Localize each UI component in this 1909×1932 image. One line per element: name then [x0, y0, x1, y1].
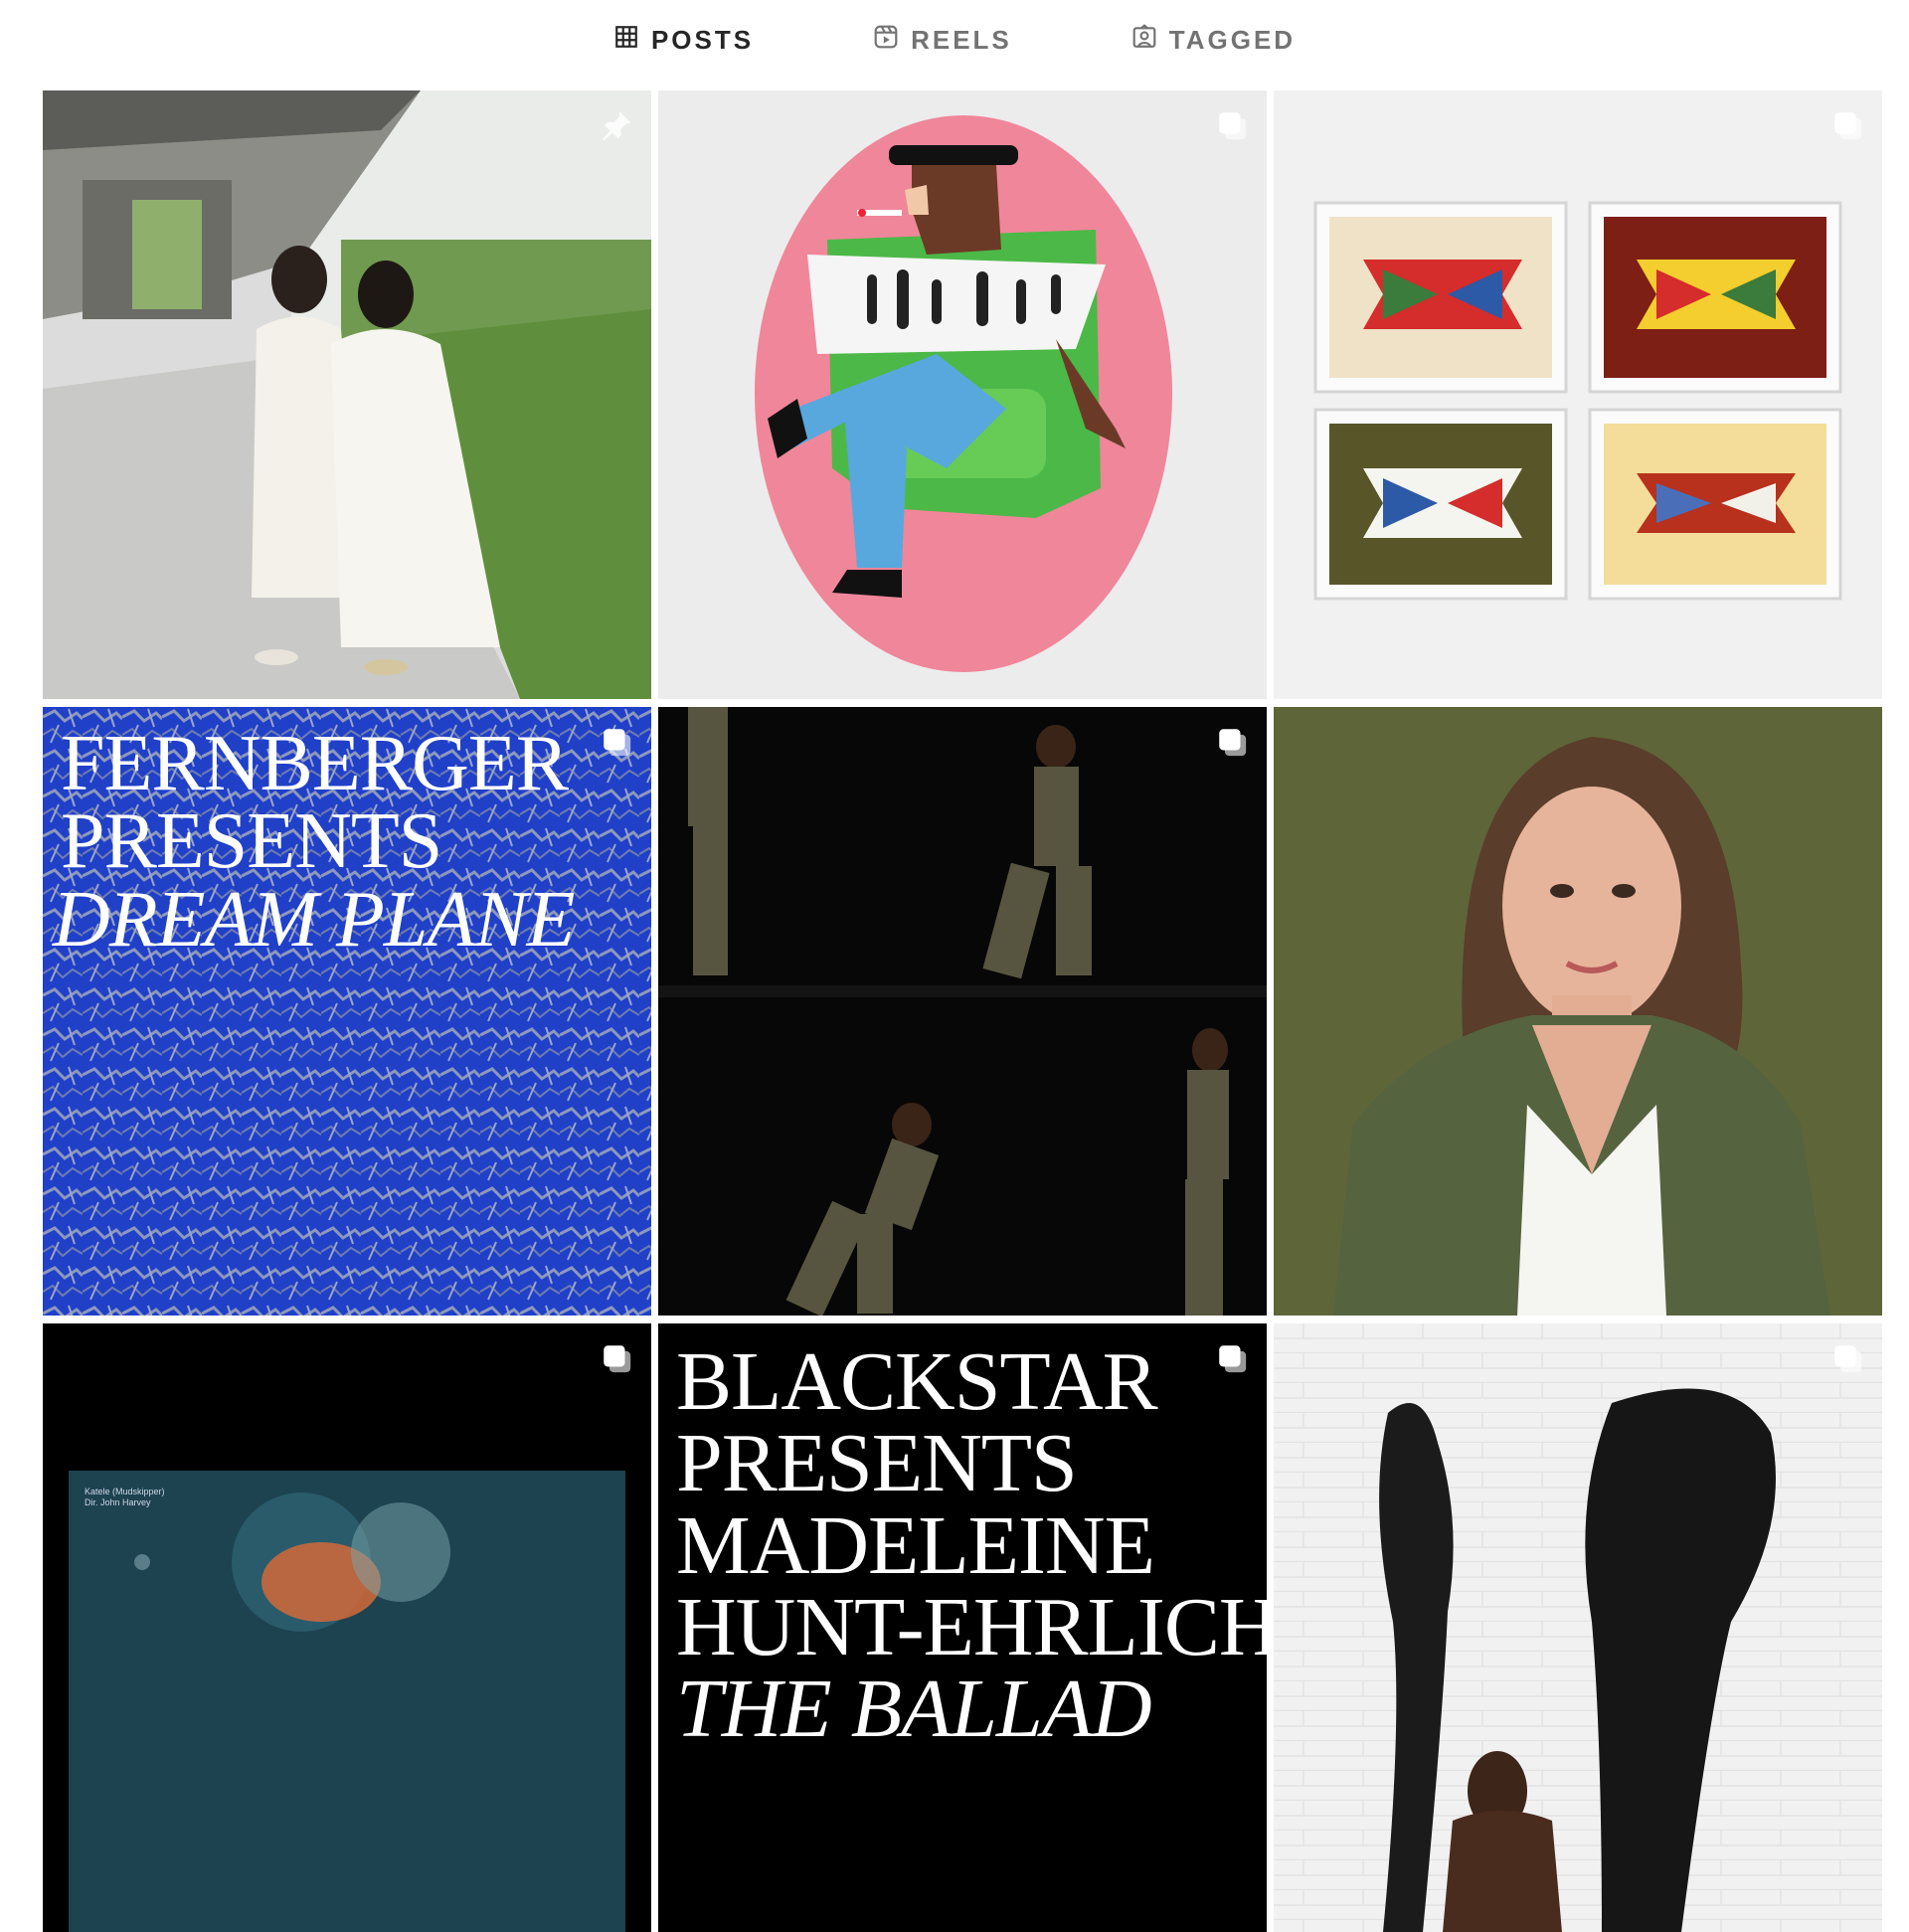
pin-icon	[600, 108, 633, 142]
post-tile[interactable]	[1274, 1323, 1882, 1932]
profile-tabs: POSTS REELS TAGGED	[0, 0, 1909, 80]
overlay-line: DREAM PLANE	[53, 875, 575, 964]
film-caption: Katele (Mudskipper) Dir. John Harvey	[85, 1487, 165, 1508]
tab-tagged[interactable]: TAGGED	[1131, 0, 1296, 80]
overlay-line: HUNT-EHRLICH,	[676, 1580, 1267, 1673]
post-image	[658, 90, 1267, 699]
grid-icon	[613, 24, 639, 57]
overlay-line: PRESENTS	[61, 797, 442, 886]
post-tile[interactable]	[1274, 90, 1882, 699]
post-tile[interactable]	[43, 90, 651, 699]
tab-posts-label: POSTS	[650, 24, 755, 55]
tab-reels[interactable]: REELS	[873, 0, 1012, 80]
overlay-line: THE BALLAD	[676, 1663, 1152, 1756]
tab-posts[interactable]: POSTS	[613, 0, 754, 80]
post-image	[43, 90, 651, 699]
overlay-line: BLACKSTAR	[676, 1335, 1158, 1428]
post-image	[1274, 707, 1882, 1316]
overlay-line: PRESENTS	[676, 1417, 1078, 1510]
post-image	[658, 707, 1267, 1316]
tab-tagged-label: TAGGED	[1168, 24, 1297, 55]
post-tile[interactable]	[1274, 707, 1882, 1316]
post-overlay-text: BLACKSTAR PRESENTS MADELEINE HUNT-EHRLIC…	[676, 1335, 1267, 1756]
post-image	[1274, 1323, 1882, 1932]
carousel-icon	[1215, 108, 1249, 142]
posts-grid: FERNBERGER PRESENTS DREAM PLANE Katele (…	[43, 90, 1882, 1932]
carousel-icon	[600, 1341, 633, 1375]
reels-icon	[873, 24, 899, 57]
carousel-icon	[1830, 1341, 1864, 1375]
post-tile[interactable]: Katele (Mudskipper) Dir. John Harvey	[43, 1323, 651, 1932]
overlay-line: MADELEINE	[676, 1498, 1155, 1592]
carousel-icon	[600, 725, 633, 759]
post-overlay-text: FERNBERGER PRESENTS DREAM PLANE	[53, 720, 575, 960]
carousel-icon	[1215, 1341, 1249, 1375]
tab-reels-label: REELS	[911, 24, 1012, 55]
post-tile[interactable]	[658, 707, 1267, 1316]
post-image	[43, 1323, 651, 1932]
carousel-icon	[1830, 108, 1864, 142]
overlay-line: FERNBERGER	[61, 720, 569, 807]
caption-line: Dir. John Harvey	[85, 1496, 151, 1507]
post-tile[interactable]	[658, 90, 1267, 699]
carousel-icon	[1215, 725, 1249, 759]
post-tile[interactable]: FERNBERGER PRESENTS DREAM PLANE	[43, 707, 651, 1316]
post-image	[1274, 90, 1882, 699]
tagged-icon	[1131, 23, 1157, 57]
caption-line: Katele (Mudskipper)	[85, 1487, 165, 1496]
post-tile[interactable]: BLACKSTAR PRESENTS MADELEINE HUNT-EHRLIC…	[658, 1323, 1267, 1932]
